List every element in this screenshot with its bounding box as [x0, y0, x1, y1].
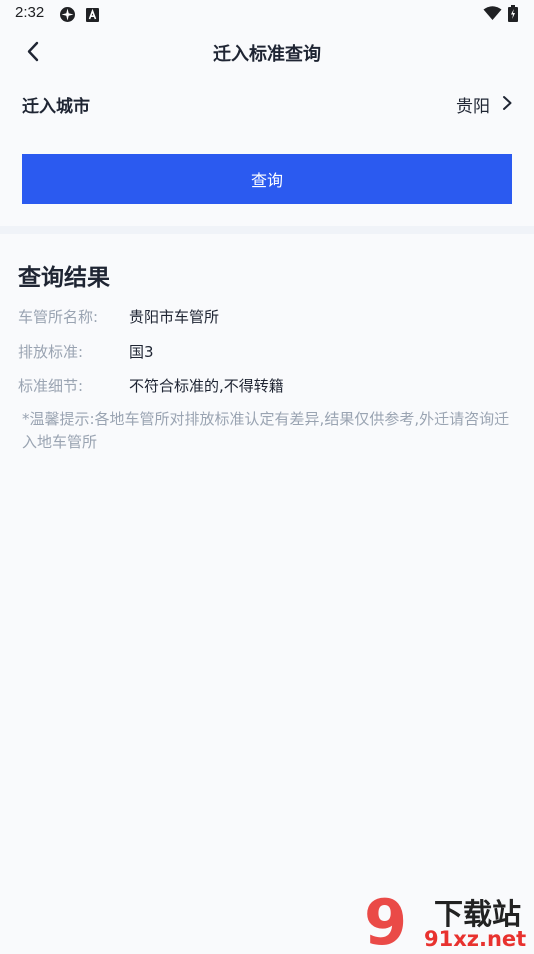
tip-text: *温馨提示:各地车管所对排放标准认定有差异,结果仅供参考,外迁请咨询迁入地车管所 [22, 410, 510, 451]
query-button[interactable]: 查询 [22, 154, 512, 204]
watermark-en-text: 91xz.net [424, 927, 526, 950]
page-title: 迁入标准查询 [213, 44, 321, 65]
app-notification-icon [59, 6, 76, 27]
city-value: 贵阳 [456, 97, 490, 117]
battery-icon [508, 5, 518, 26]
wifi-icon [483, 6, 502, 25]
result-value: 贵阳市车管所 [129, 308, 220, 326]
watermark-cn-text: 下载站 [434, 897, 521, 931]
result-key: 标准细节: [18, 377, 84, 395]
result-key: 排放标准: [18, 343, 84, 361]
watermark-logo-text: 9 [364, 886, 407, 950]
status-bar: 2:32 [0, 0, 534, 28]
result-value: 不符合标准的,不得转籍 [129, 377, 284, 395]
watermark: 9 下载站 91xz.net [362, 886, 534, 954]
result-value: 国3 [129, 343, 154, 361]
header: 迁入标准查询 [0, 28, 534, 76]
watermark-logo: 9 下载站 91xz.net [364, 886, 526, 954]
result-key: 车管所名称: [18, 308, 99, 326]
status-time: 2:32 [15, 4, 45, 21]
results-title: 查询结果 [18, 265, 110, 291]
letter-a-notification-icon [86, 7, 99, 26]
chevron-right-icon [503, 96, 512, 110]
section-divider [0, 226, 534, 234]
city-label: 迁入城市 [22, 97, 90, 117]
city-selector[interactable]: 迁入城市 贵阳 [0, 84, 534, 124]
results-panel: 查询结果 车管所名称: 贵阳市车管所 排放标准: 国3 标准细节: 不符合标准的… [0, 234, 534, 950]
